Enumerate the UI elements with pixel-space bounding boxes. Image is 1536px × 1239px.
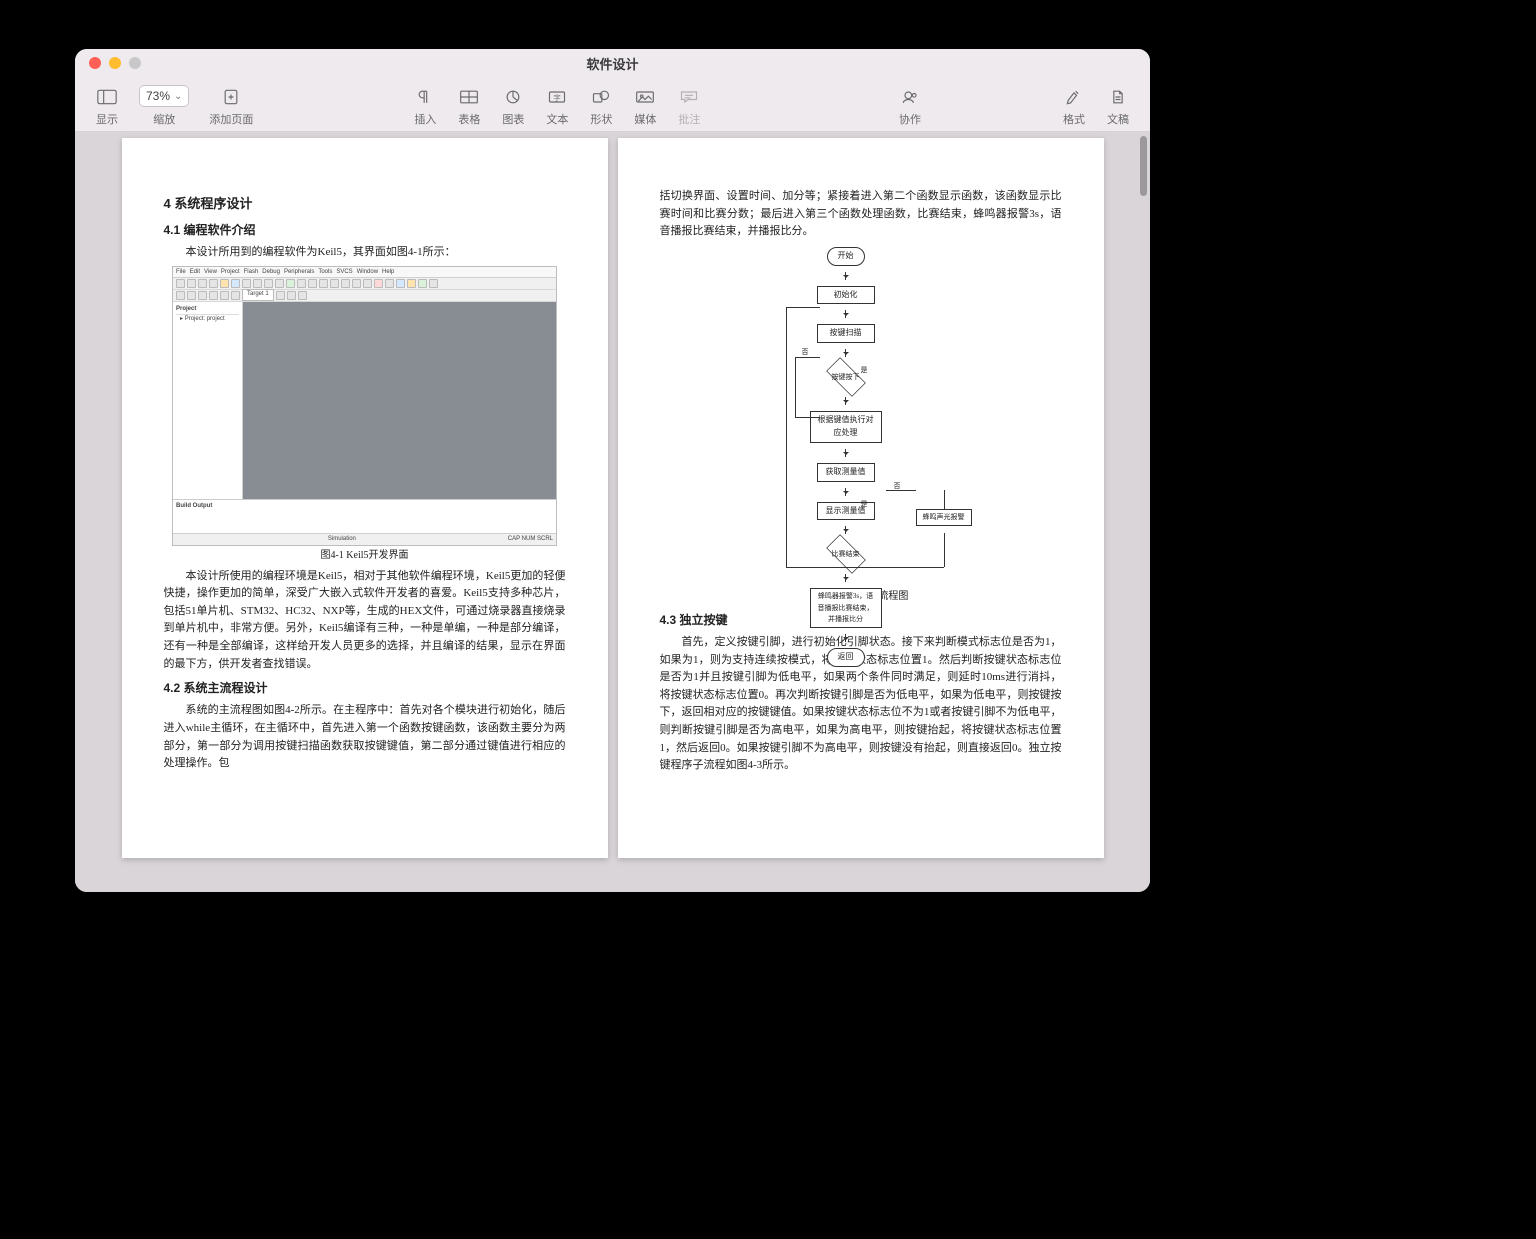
heading-4-1: 4.1 编程软件介绍 [164,221,566,240]
collab-button[interactable]: 协作 [888,77,932,131]
keil-menubar: FileEdit ViewProject FlashDebug Peripher… [173,267,556,278]
insert-button[interactable]: 插入 [403,77,447,131]
comment-icon [677,87,701,107]
caption-4-1: 图4-1 Keil5开发界面 [164,548,566,564]
chart-icon [501,87,525,107]
view-label: 显示 [96,111,118,127]
shape-button[interactable]: 形状 [579,77,623,131]
add-page-label: 添加页面 [209,111,253,127]
media-label: 媒体 [634,111,656,127]
table-label: 表格 [458,111,480,127]
heading-4: 4 系统程序设计 [164,194,566,215]
table-button[interactable]: 表格 [447,77,491,131]
flow-label-yes-2: 是 [861,499,868,510]
format-button[interactable]: 格式 [1052,77,1096,131]
svg-text:字: 字 [554,92,562,102]
para-42-cont: 括切换界面、设置时间、加分等；紧接着进入第二个函数显示函数，该函数显示比赛时间和… [660,188,1062,241]
chart-button[interactable]: 图表 [491,77,535,131]
flow-start: 开始 [827,247,865,266]
text-label: 文本 [546,111,568,127]
table-icon [457,87,481,107]
insert-label: 插入 [414,111,436,127]
zoom-select[interactable]: 73% ⌄ [139,85,189,107]
media-button[interactable]: 媒体 [623,77,667,131]
page-left[interactable]: 4 系统程序设计 4.1 编程软件介绍 本设计所用到的编程软件为Keil5，其界… [122,138,608,858]
titlebar: 软件设计 [75,49,1150,77]
media-icon [633,87,657,107]
vertical-scrollbar[interactable] [1140,136,1147,196]
document-button[interactable]: 文稿 [1096,77,1140,131]
document-area[interactable]: 4 系统程序设计 4.1 编程软件介绍 本设计所用到的编程软件为Keil5，其界… [75,132,1150,892]
flow-init: 初始化 [817,286,875,305]
flow-alarm: 蜂鸣器报警3s，语音播报比赛结束，并播报比分 [810,588,882,628]
keil-toolbar-2: Target 1 [173,290,556,302]
flow-getmeasure: 获取测量值 [817,463,875,482]
pages-container: 4 系统程序设计 4.1 编程软件介绍 本设计所用到的编程软件为Keil5，其界… [75,132,1150,892]
zoom-label: 缩放 [153,111,175,127]
shape-icon [589,87,613,107]
zoom-value: 73% [146,89,170,103]
keil-build-output: Build Output [173,499,556,533]
view-button[interactable]: 显示 [85,77,129,131]
para-41-intro: 本设计所用到的编程软件为Keil5，其界面如图4-1所示： [164,244,566,262]
page-right[interactable]: 括切换界面、设置时间、加分等；紧接着进入第二个函数显示函数，该函数显示比赛时间和… [618,138,1104,858]
comment-button[interactable]: 批注 [667,77,711,131]
toolbar: 显示 73% ⌄ 缩放 添加页面 插入 表格 [75,77,1150,132]
flow-gameend-decision: 比赛结束 [820,540,872,568]
keil-project-panel: Project ▸ Project: project [173,302,243,499]
keil-editor-area [243,302,556,499]
text-icon: 字 [545,87,569,107]
collab-label: 协作 [899,111,921,127]
add-page-icon [219,87,243,107]
chart-label: 图表 [502,111,524,127]
flow-label-yes-1: 是 [861,365,868,376]
format-icon [1062,87,1086,107]
window-title: 软件设计 [75,54,1150,73]
flow-keyscan: 按键扫描 [817,324,875,343]
document-label: 文稿 [1107,111,1129,127]
heading-4-2: 4.2 系统主流程设计 [164,679,566,698]
zoom-control[interactable]: 73% ⌄ 缩放 [129,77,199,131]
figure-4-2-flowchart: 开始 初始化 按键扫描 按键按下 根据键值执行对应处理 [660,247,1062,587]
app-window: 软件设计 显示 73% ⌄ 缩放 添加页面 [75,49,1150,892]
document-icon [1106,87,1130,107]
collab-icon [898,87,922,107]
format-label: 格式 [1063,111,1085,127]
para-42-body: 系统的主流程图如图4-2所示。在主程序中：首先对各个模块进行初始化，随后进入wh… [164,702,566,772]
flow-ledalarm: 蜂鸣声光报警 [916,509,972,526]
comment-label: 批注 [678,111,700,127]
shape-label: 形状 [590,111,612,127]
flow-keyproc: 根据键值执行对应处理 [810,411,882,443]
chevron-down-icon: ⌄ [174,91,182,102]
figure-4-1-keil-screenshot: FileEdit ViewProject FlashDebug Peripher… [172,266,557,546]
keil-toolbar-1 [173,278,556,290]
para-41-body: 本设计所使用的编程环境是Keil5，相对于其他软件编程环境，Keil5更加的轻便… [164,568,566,674]
text-button[interactable]: 字 文本 [535,77,579,131]
add-page-button[interactable]: 添加页面 [199,77,263,131]
keil-statusbar: Simulation CAP NUM SCRL [173,533,556,545]
flow-return: 返回 [827,648,865,667]
paragraph-icon [413,87,437,107]
sidebar-icon [95,87,119,107]
